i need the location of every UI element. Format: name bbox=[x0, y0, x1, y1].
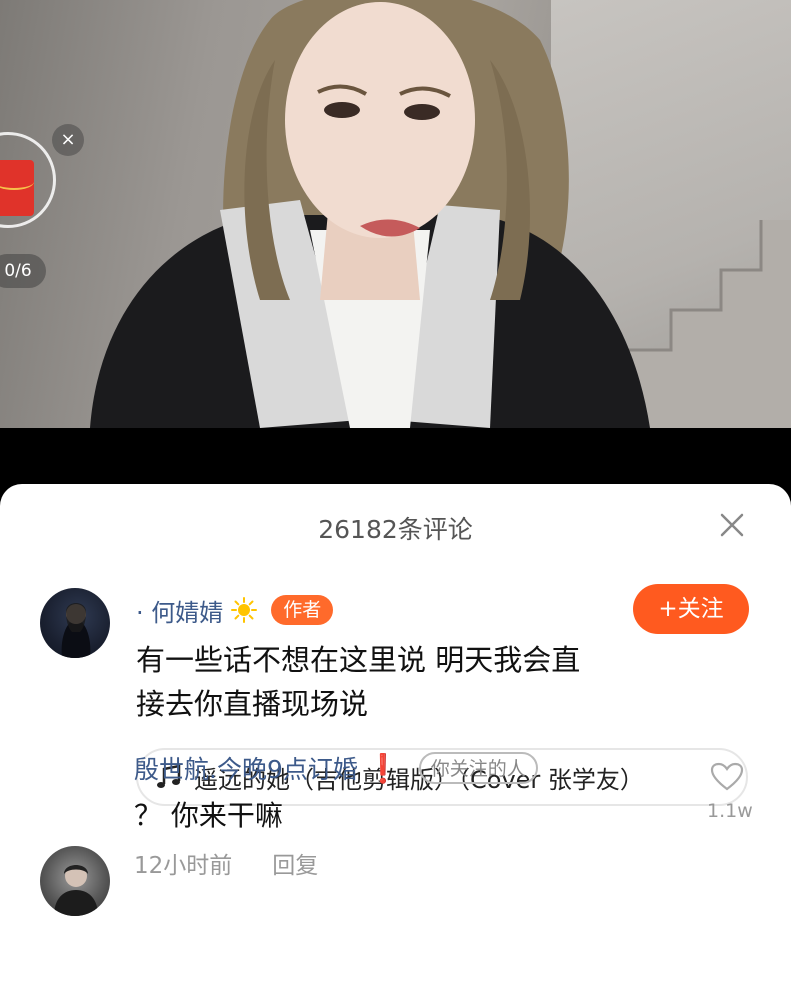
video-person bbox=[90, 0, 650, 428]
comment-text: ？ 你来干嘛 bbox=[134, 799, 283, 832]
close-icon[interactable] bbox=[717, 510, 747, 540]
like-button[interactable]: 1.1w bbox=[707, 762, 753, 822]
avatar-figure bbox=[54, 865, 98, 916]
reply-button[interactable]: 回复 bbox=[272, 846, 318, 880]
comment-author-row: · 何婧婧 作者 bbox=[136, 592, 334, 628]
red-envelope-icon[interactable] bbox=[0, 160, 34, 216]
comment-time: 12小时前 bbox=[134, 853, 233, 879]
like-count: 1.1w bbox=[707, 800, 753, 822]
heart-icon bbox=[710, 762, 744, 791]
redpacket-close-button[interactable]: × bbox=[52, 124, 84, 156]
comment-meta: 12小时前 回复 bbox=[134, 846, 318, 880]
username[interactable]: · 何婧婧 bbox=[136, 593, 223, 628]
comment-text: 有一些话不想在这里说 明天我会直 接去你直播现场说 bbox=[136, 638, 696, 726]
comments-count-title: 26182条评论 bbox=[318, 515, 473, 544]
avatar[interactable] bbox=[40, 846, 110, 916]
exclamation-icon: ❗ bbox=[365, 751, 401, 785]
sun-icon bbox=[231, 597, 258, 623]
avatar[interactable] bbox=[40, 588, 110, 658]
follow-button[interactable]: +关注 bbox=[633, 584, 749, 634]
username[interactable]: 殷世航.今晚9点订婚 bbox=[134, 750, 358, 786]
redpacket-count: 0/6 bbox=[0, 254, 46, 288]
following-tag: 你关注的人 bbox=[418, 752, 538, 784]
live-video[interactable]: × 0/6 bbox=[0, 0, 791, 428]
comment-text-line: 接去你直播现场说 bbox=[136, 687, 369, 721]
author-badge: 作者 bbox=[271, 595, 334, 625]
comment-reply-row: 殷世航.今晚9点订婚 ❗ 你关注的人 bbox=[134, 748, 538, 788]
comment-text-line: 有一些话不想在这里说 明天我会直 bbox=[136, 643, 581, 677]
avatar-figure bbox=[61, 603, 91, 658]
comments-sheet: 26182条评论 · 何婧婧 作者 +关注 有一些话不想在这里说 明天我会直 接… bbox=[0, 484, 791, 1000]
